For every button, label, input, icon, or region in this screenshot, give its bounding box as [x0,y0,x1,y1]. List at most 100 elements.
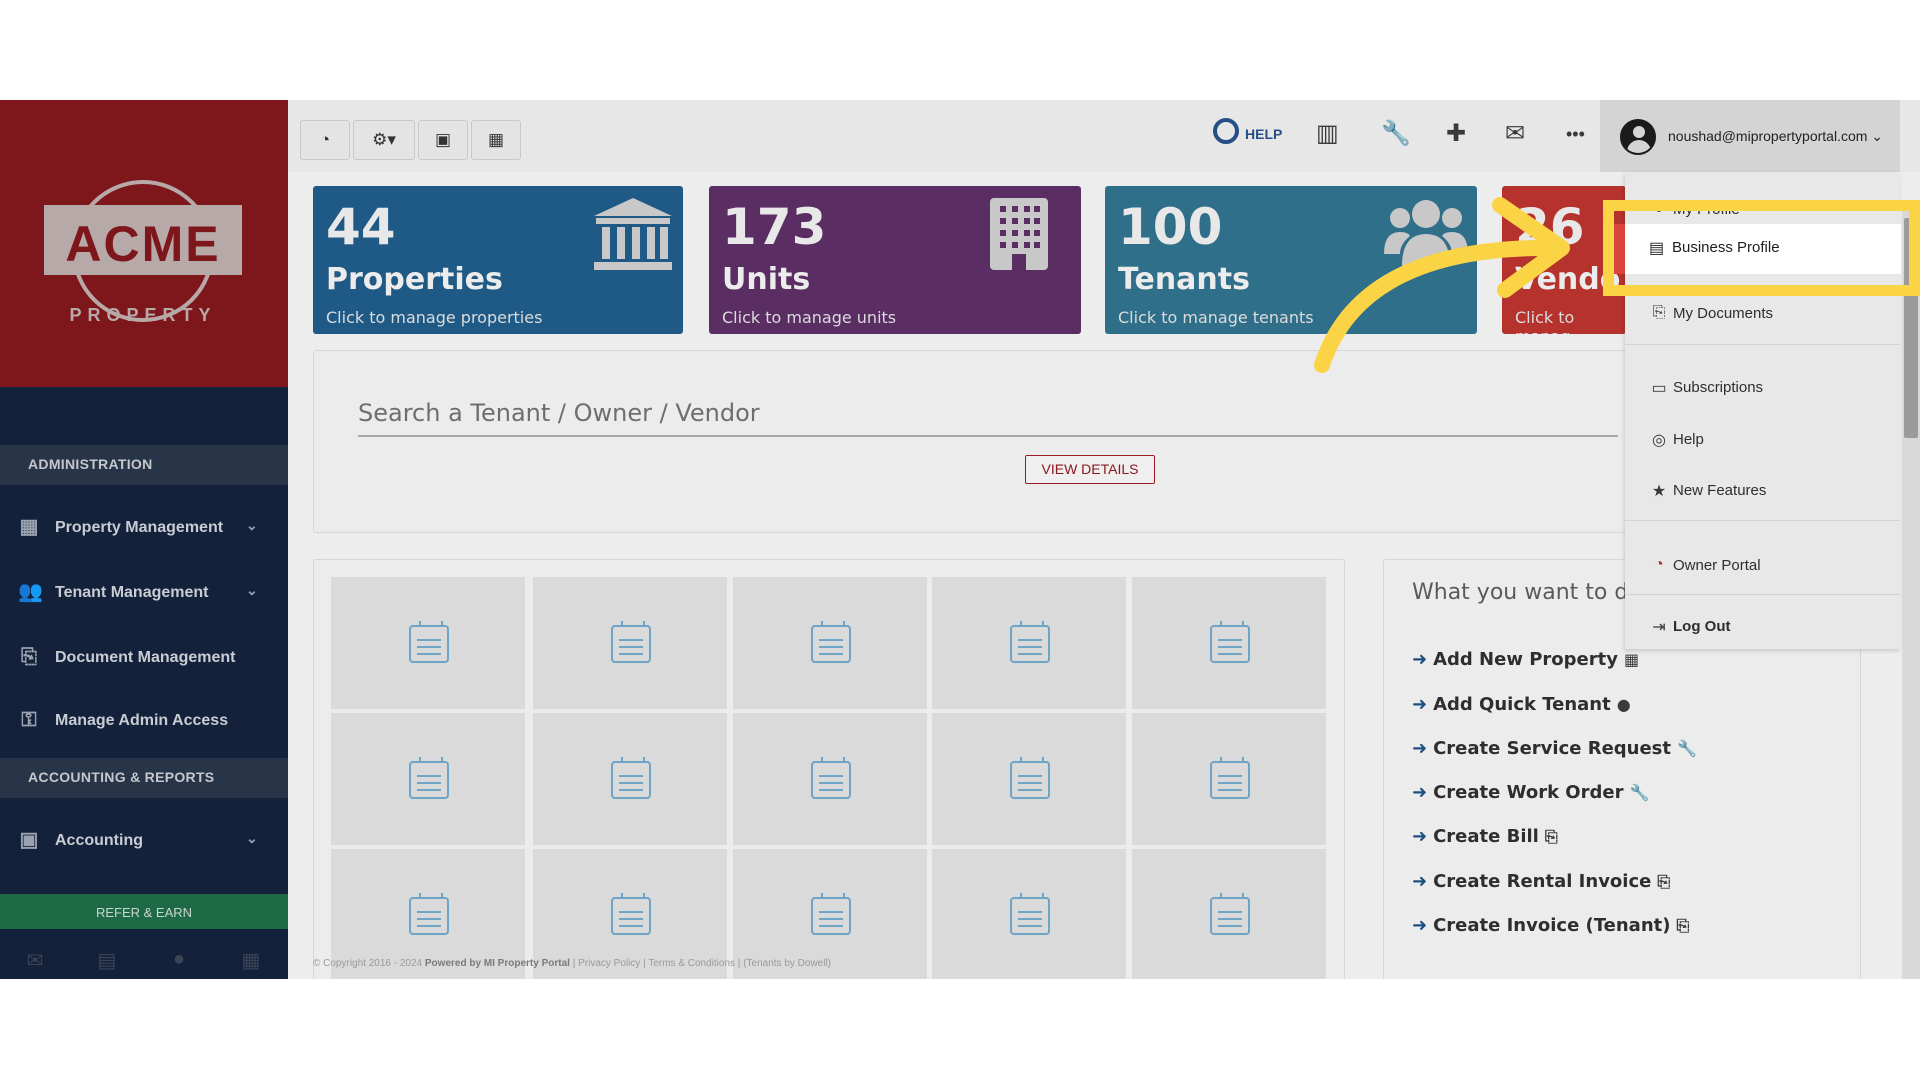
menu-item-my-documents[interactable]: ⎘ My Documents [1625,292,1900,336]
stat-card-properties[interactable]: 44 Properties Click to manage properties [313,186,683,334]
shortcut-tile[interactable] [932,849,1126,979]
view-details-button[interactable]: VIEW DETAILS [1025,455,1155,484]
calendar-button[interactable]: ▣ [418,120,468,160]
sidebar-item-tenant-management[interactable]: 👥 Tenant Management ⌄ [0,565,288,621]
powered-by-link[interactable]: Powered by MI Property Portal [425,958,570,969]
sidebar-item-label: Tenant Management [55,584,209,601]
search-input[interactable] [358,391,1618,437]
shortcut-tile[interactable] [733,577,927,709]
user-icon[interactable]: ● [166,948,192,974]
key-icon: ⚿ [21,709,37,731]
menu-item-help[interactable]: ◎ Help [1625,418,1900,462]
sidebar-item-document-management[interactable]: ⎘ Document Management [0,630,288,686]
action-create-work-order[interactable]: ➜ Create Work Order 🔧 [1412,782,1649,803]
shortcut-tile[interactable] [533,577,727,709]
shortcut-grid-panel [313,559,1345,979]
shortcut-tile[interactable] [733,713,927,845]
menu-item-new-features[interactable]: ★ New Features [1625,469,1900,513]
stat-number: 44 [326,198,396,256]
sidebar-item-label: Manage Admin Access [55,712,229,729]
lifebuoy-icon[interactable] [1213,118,1239,144]
calendar-icon [409,621,449,663]
arrow-right-icon: ➜ [1412,694,1428,715]
user-email[interactable]: noushad@mipropertyportal.com ⌄ [1668,128,1883,145]
privacy-policy-link[interactable]: Privacy Policy [578,958,640,969]
help-link[interactable]: HELP [1245,126,1282,142]
shortcut-tile[interactable] [533,713,727,845]
calendar-icon [1010,757,1050,799]
calendar-icon [409,757,449,799]
logo-area[interactable]: ACME PROPERTY [0,100,288,387]
dashboard-icon: ◔ [1654,556,1664,573]
action-add-new-property[interactable]: ➜ Add New Property ▦ [1412,649,1639,670]
section-header-accounting-reports: ACCOUNTING & REPORTS [0,758,288,798]
action-create-invoice-tenant[interactable]: ➜ Create Invoice (Tenant) ⎘ [1412,915,1689,936]
menu-item-log-out[interactable]: ⇥ Log Out [1625,605,1900,649]
action-add-quick-tenant[interactable]: ➜ Add Quick Tenant ● [1412,694,1631,715]
copy-icon: ⎘ [1544,827,1558,846]
sidebar-item-manage-admin-access[interactable]: ⚿ Manage Admin Access [0,693,288,749]
wrench-icon[interactable]: 🔧 [1381,119,1411,149]
calculator-button[interactable]: ▦ [471,120,521,160]
credit-card-icon: ▭ [1651,380,1667,397]
action-create-service-request[interactable]: ➜ Create Service Request 🔧 [1412,738,1697,759]
calendar-icon [1210,621,1250,663]
calculator-icon[interactable]: ▦ [238,948,264,974]
logo-text: ACME [65,216,221,272]
dashboard-button[interactable]: ◔ [300,120,350,160]
ellipsis-icon[interactable]: ••• [1566,119,1585,149]
avatar[interactable] [1620,119,1656,155]
logout-icon: ⇥ [1652,619,1666,636]
stat-card-units[interactable]: 173 Units Click to manage units [709,186,1081,334]
wrench-icon: 🔧 [1677,739,1697,758]
building-icon [990,198,1048,270]
shortcut-tile[interactable] [932,577,1126,709]
menu-item-owner-portal[interactable]: ◔ Owner Portal [1625,544,1900,588]
chevron-down-icon: ⌄ [246,830,258,846]
arrow-right-icon: ➜ [1412,738,1428,759]
sidebar-item-accounting[interactable]: ▣ Accounting ⌄ [0,813,288,869]
documents-icon: ⎘ [21,646,37,668]
mail-icon[interactable]: ✉ [22,948,48,974]
shortcut-tile[interactable] [331,713,525,845]
calendar-icon [611,621,651,663]
shortcut-tile[interactable] [1132,577,1326,709]
action-create-bill[interactable]: ➜ Create Bill ⎘ [1412,826,1558,847]
briefcase-icon[interactable]: ▤ [94,948,120,974]
bar-chart-icon[interactable]: ▥ [1316,119,1339,149]
arrow-right-icon: ➜ [1412,649,1428,670]
calendar-icon [811,621,851,663]
terms-link[interactable]: Terms & Conditions [648,958,735,969]
action-create-rental-invoice[interactable]: ➜ Create Rental Invoice ⎘ [1412,871,1670,892]
shortcut-tile[interactable] [932,713,1126,845]
user-icon: ● [1616,695,1631,714]
calendar-check-icon: ▣ [434,130,452,149]
building-icon: ▦ [19,516,39,538]
logo-subtext: PROPERTY [69,305,217,325]
stat-subtitle: Click to manage units [722,308,897,327]
sidebar-item-property-management[interactable]: ▦ Property Management ⌄ [0,500,288,556]
settings-dropdown-button[interactable]: ⚙▾ [353,120,415,160]
arrow-right-icon: ➜ [1412,826,1428,847]
chevron-down-icon: ⌄ [246,582,258,598]
chevron-down-icon: ⌄ [246,517,258,533]
refer-earn-button[interactable]: REFER & EARN [0,894,288,929]
gear-icon: ⚙▾ [372,130,396,149]
money-icon: ▣ [19,829,39,851]
calculator-icon: ▦ [487,130,505,149]
calendar-icon [1210,757,1250,799]
mail-icon[interactable]: ✉ [1505,119,1525,149]
shortcut-tile[interactable] [331,577,525,709]
dashboard-icon: ◔ [319,130,331,149]
shortcut-tile[interactable] [1132,713,1326,845]
calendar-icon [611,893,651,935]
copy-icon: ⎘ [1676,916,1690,935]
plus-icon[interactable]: ✚ [1446,119,1466,149]
menu-item-subscriptions[interactable]: ▭ Subscriptions [1625,366,1900,410]
shortcut-tile[interactable] [1132,849,1326,979]
calendar-icon [1010,621,1050,663]
stat-number: 173 [722,198,827,256]
sidebar-item-label: Document Management [55,649,236,666]
wrench-icon: 🔧 [1629,783,1650,802]
calendar-icon [611,757,651,799]
